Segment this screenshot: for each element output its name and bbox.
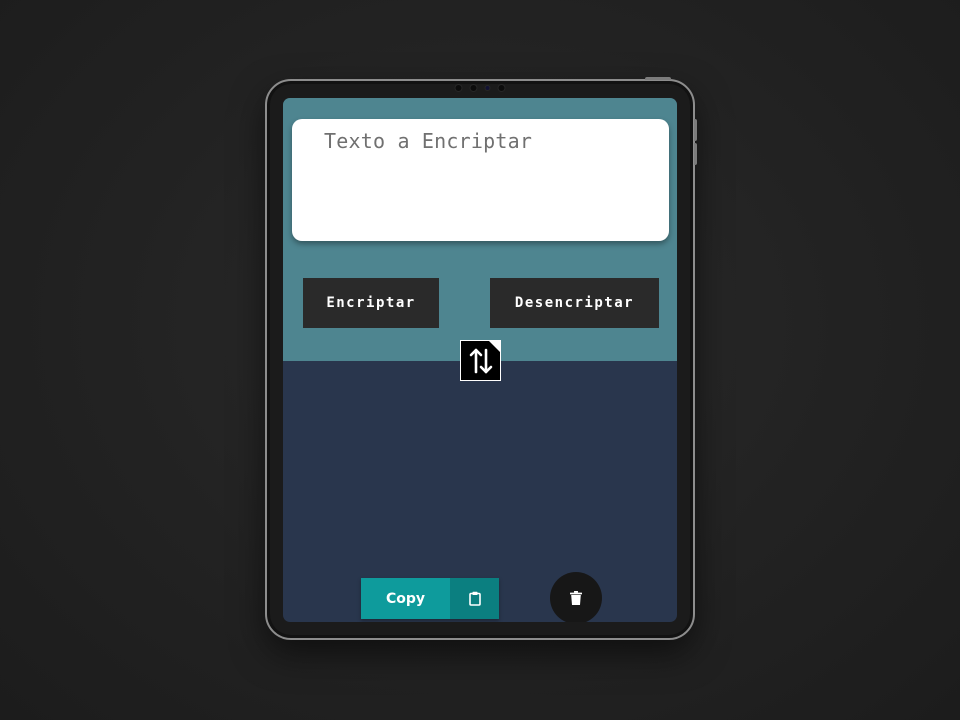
tablet-frame: Texto a Encriptar Encriptar Desencriptar… — [265, 77, 697, 640]
camera-sensor-icon — [470, 85, 477, 91]
camera-lens-icon — [485, 86, 490, 90]
copy-button-label: Copy — [361, 578, 450, 619]
encrypt-button[interactable]: Encriptar — [303, 278, 439, 328]
clear-button[interactable] — [550, 572, 602, 622]
tablet-top-button — [645, 77, 671, 80]
trash-icon — [570, 591, 582, 605]
text-to-encrypt-input[interactable]: Texto a Encriptar — [292, 119, 669, 241]
swap-button-corner-fold — [488, 340, 501, 353]
tablet-camera-bar — [455, 85, 505, 91]
app-screen: Texto a Encriptar Encriptar Desencriptar… — [283, 98, 677, 622]
swap-button[interactable] — [460, 340, 501, 381]
tablet-volume-down-button — [694, 143, 697, 165]
clipboard-icon — [468, 591, 481, 606]
camera-sensor-icon — [455, 85, 462, 91]
tablet-volume-up-button — [694, 119, 697, 141]
copy-icon-container — [450, 578, 499, 619]
decrypt-button[interactable]: Desencriptar — [490, 278, 659, 328]
input-panel: Texto a Encriptar Encriptar Desencriptar — [283, 98, 677, 361]
copy-button[interactable]: Copy — [361, 578, 499, 619]
camera-sensor-icon — [498, 85, 505, 91]
